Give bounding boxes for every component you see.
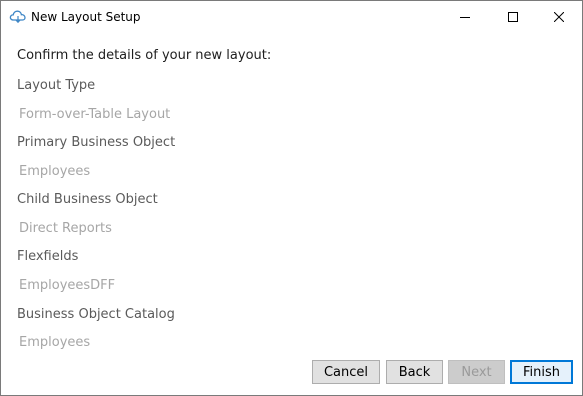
minimize-icon (460, 12, 470, 22)
maximize-button[interactable] (490, 1, 536, 32)
primary-business-object-label: Primary Business Object (17, 135, 176, 150)
layout-type-value: Form-over-Table Layout (19, 107, 171, 122)
title-bar[interactable]: New Layout Setup (1, 1, 582, 32)
cancel-button[interactable]: Cancel (312, 360, 380, 384)
window-title: New Layout Setup (31, 10, 141, 24)
close-icon (554, 11, 564, 22)
business-object-catalog-label: Business Object Catalog (17, 307, 175, 322)
flexfields-value: EmployeesDFF (19, 278, 116, 293)
primary-business-object-value: Employees (19, 164, 91, 179)
layout-type-label: Layout Type (17, 78, 96, 93)
business-object-catalog-value: Employees (19, 335, 91, 350)
child-business-object-label: Child Business Object (17, 192, 158, 207)
finish-button[interactable]: Finish (510, 360, 573, 384)
child-business-object-value: Direct Reports (19, 221, 112, 236)
flexfields-label: Flexfields (17, 249, 79, 264)
back-button[interactable]: Back (386, 360, 443, 384)
dialog-window: New Layout Setup Confirm the details of … (0, 0, 583, 396)
next-button[interactable]: Next (448, 360, 505, 384)
minimize-button[interactable] (442, 1, 488, 32)
confirm-heading: Confirm the details of your new layout: (17, 48, 272, 63)
cloud-icon (9, 8, 27, 24)
close-button[interactable] (536, 1, 582, 32)
maximize-icon (508, 11, 518, 22)
